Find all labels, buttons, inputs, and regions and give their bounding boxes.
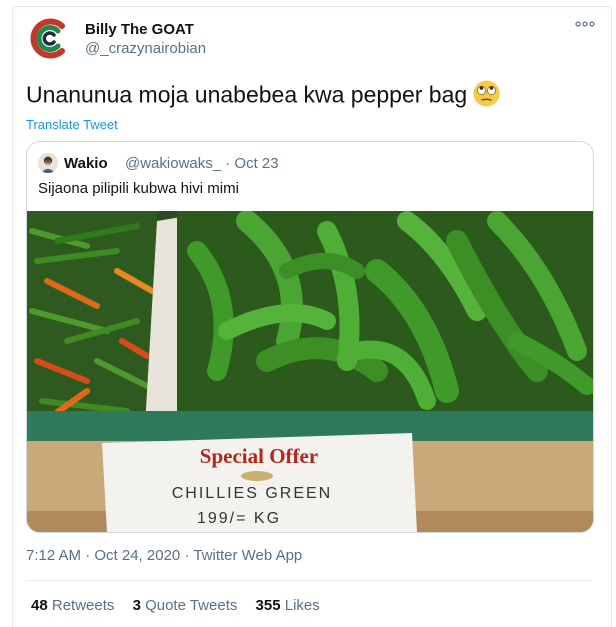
divider bbox=[26, 580, 592, 581]
likes-label: Likes bbox=[284, 597, 320, 614]
tweet-body: Unanunua moja unabebea kwa pepper bag bbox=[26, 81, 468, 108]
likes-stat[interactable]: 355 Likes bbox=[256, 597, 320, 614]
sign-title: Special Offer bbox=[200, 444, 318, 468]
quoted-tweet[interactable]: Wakio @wakiowaks_ · Oct 23 Sijaona pilip… bbox=[26, 141, 594, 533]
author-avatar[interactable] bbox=[24, 14, 73, 63]
sign-product: CHILLIES GREEN bbox=[172, 485, 332, 502]
quoted-tweet-text: Sijaona pilipili kubwa hivi mimi bbox=[38, 180, 239, 197]
quoted-author-handle[interactable]: @wakiowaks_ · Oct 23 bbox=[125, 155, 279, 172]
quote-tweets-label: Quote Tweets bbox=[145, 597, 238, 614]
tweet-timestamp[interactable]: 7:12 AM · Oct 24, 2020 bbox=[26, 547, 180, 564]
retweets-stat[interactable]: 48 Retweets bbox=[31, 597, 114, 614]
meta-separator: · bbox=[180, 547, 194, 564]
quoted-photo[interactable]: Special Offer CHILLIES GREEN 199/= KG bbox=[27, 211, 593, 532]
quote-tweets-count: 3 bbox=[132, 597, 141, 614]
quoted-author-name[interactable]: Wakio bbox=[64, 155, 108, 172]
rolling-eyes-emoji-icon bbox=[473, 80, 500, 113]
translate-tweet-link[interactable]: Translate Tweet bbox=[26, 117, 118, 132]
tweet-source[interactable]: Twitter Web App bbox=[193, 547, 302, 564]
sign-price: 199/= KG bbox=[197, 510, 281, 527]
retweets-label: Retweets bbox=[51, 597, 115, 614]
quoted-avatar[interactable] bbox=[38, 153, 58, 173]
author-name[interactable]: Billy The GOAT bbox=[85, 21, 194, 38]
tweet-stats: 48 Retweets 3 Quote Tweets 355 Likes bbox=[31, 597, 334, 614]
quote-tweets-stat[interactable]: 3 Quote Tweets bbox=[133, 597, 238, 614]
tweet-text: Unanunua moja unabebea kwa pepper bag bbox=[26, 80, 500, 113]
author-logo-icon bbox=[24, 14, 73, 63]
tweet-meta: 7:12 AM · Oct 24, 2020 · Twitter Web App bbox=[26, 547, 302, 564]
likes-count: 355 bbox=[255, 597, 281, 614]
more-options-icon[interactable] bbox=[574, 18, 596, 32]
author-handle[interactable]: @_crazynairobian bbox=[85, 40, 206, 57]
price-sign: Special Offer CHILLIES GREEN 199/= KG bbox=[102, 433, 417, 532]
chillies-photo-icon: Special Offer CHILLIES GREEN 199/= KG bbox=[27, 211, 593, 532]
retweets-count: 48 bbox=[31, 597, 48, 614]
